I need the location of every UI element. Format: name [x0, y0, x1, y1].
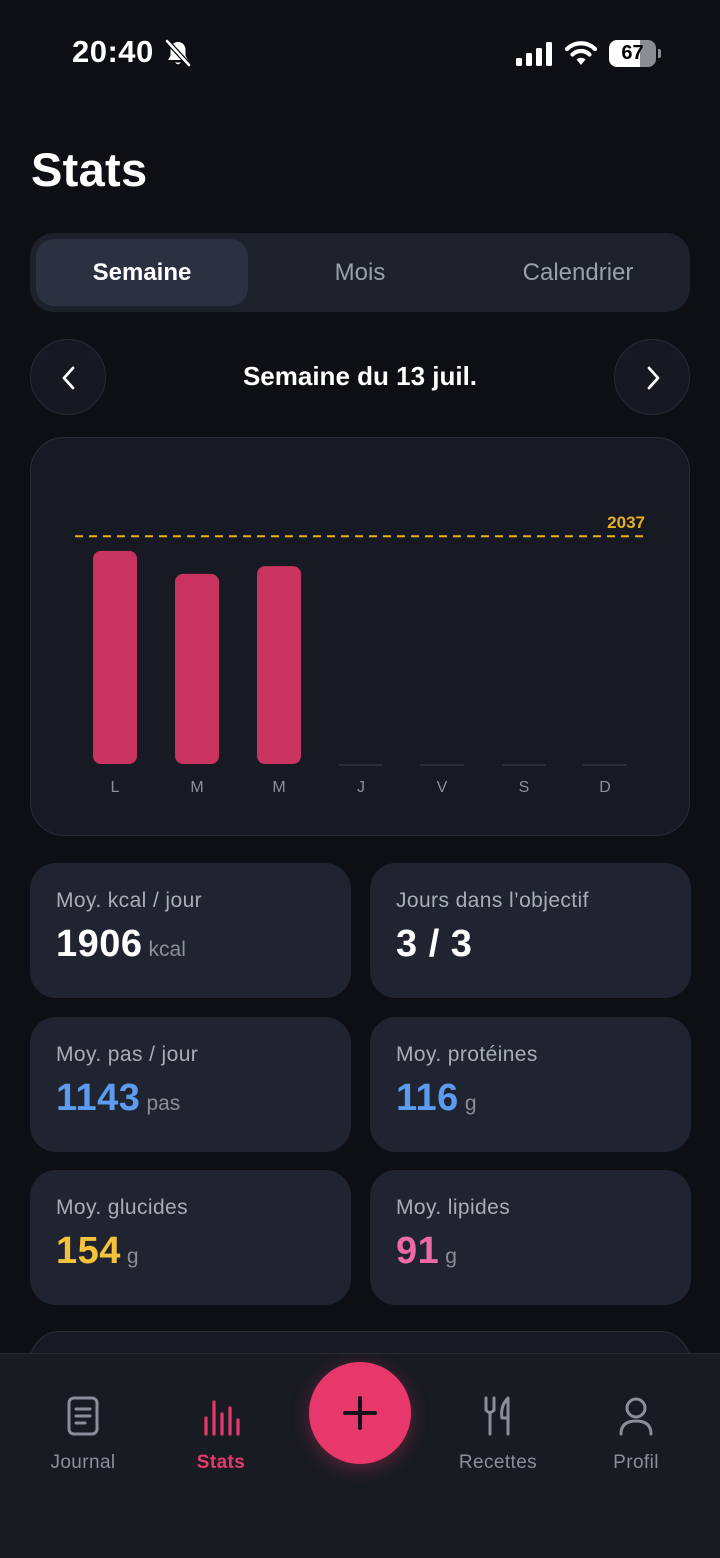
chart-bar [93, 550, 137, 764]
status-time: 20:40 [72, 34, 154, 69]
status-bar: 20:40 67 [0, 0, 720, 100]
bar-chart: L M M J V S D 2037 [75, 513, 647, 796]
week-label: Semaine du 13 juil. [242, 361, 478, 391]
avg-fat-label: Moy. lipides [396, 1196, 511, 1219]
fork-knife-icon [484, 1396, 510, 1436]
wifi-icon [565, 41, 597, 65]
avg-steps-value: 1143 [56, 1077, 141, 1119]
page-title: Stats [31, 143, 148, 196]
tab-recettes-label: Recettes [458, 1452, 538, 1473]
bar-chart-icon [204, 1400, 240, 1436]
tab-stats[interactable]: Stats [156, 1394, 286, 1474]
days-in-goal-label: Jours dans l’objectif [396, 889, 589, 912]
avg-carbs-label: Moy. glucides [56, 1196, 189, 1219]
bell-slash-icon [165, 39, 191, 67]
avg-protein-unit: g [464, 1092, 477, 1115]
tab-recettes[interactable]: Recettes [433, 1394, 563, 1474]
avg-kcal-card: Moy. kcal / jour 1906 kcal [30, 863, 351, 998]
x-tick-label: V [437, 779, 448, 796]
battery-percentage: 67 [621, 42, 644, 64]
days-in-goal-card: Jours dans l’objectif 3 / 3 [370, 863, 691, 998]
x-tick-label: M [190, 779, 203, 796]
battery-indicator: 67 [609, 40, 661, 67]
days-in-goal-value: 3 / 3 [396, 923, 473, 965]
previous-week-button[interactable] [30, 339, 106, 415]
tab-mois[interactable]: Mois [254, 239, 466, 306]
weekly-calories-chart: L M M J V S D 2037 [30, 437, 690, 836]
avg-fat-value: 91 [396, 1230, 440, 1272]
tab-journal-label: Journal [50, 1452, 116, 1473]
avg-fat-card: Moy. lipides 91 g [370, 1170, 691, 1305]
x-tick-label: L [111, 779, 120, 796]
tab-semaine[interactable]: Semaine [36, 239, 248, 306]
tab-journal[interactable]: Journal [18, 1394, 148, 1474]
next-week-button[interactable] [614, 339, 690, 415]
tab-stats-label: Stats [196, 1452, 246, 1473]
tab-calendrier[interactable]: Calendrier [472, 239, 684, 306]
tab-profil-label: Profil [613, 1452, 659, 1473]
avg-steps-card: Moy. pas / jour 1143 pas [30, 1017, 351, 1152]
avg-steps-unit: pas [146, 1092, 181, 1115]
plus-icon [343, 1396, 377, 1430]
avg-carbs-value: 154 [56, 1230, 121, 1272]
avg-kcal-unit: kcal [148, 938, 186, 961]
goal-label: 2037 [607, 513, 645, 532]
user-icon [619, 1397, 653, 1436]
signal-icon [516, 42, 552, 66]
avg-protein-label: Moy. protéines [396, 1043, 538, 1066]
avg-kcal-value: 1906 [56, 923, 143, 965]
chevron-right-icon [647, 366, 660, 390]
battery-tip [658, 49, 661, 58]
avg-kcal-label: Moy. kcal / jour [56, 889, 203, 912]
chart-bar [175, 573, 219, 764]
x-tick-label: S [519, 779, 530, 796]
avg-carbs-card: Moy. glucides 154 g [30, 1170, 351, 1305]
x-tick-label: M [272, 779, 285, 796]
x-tick-label: J [357, 779, 365, 796]
period-tabs: Semaine Mois Calendrier [30, 233, 690, 312]
avg-fat-unit: g [445, 1245, 457, 1268]
chevron-left-icon [62, 366, 75, 390]
chart-bar [257, 566, 301, 764]
tab-profil[interactable]: Profil [571, 1394, 701, 1474]
journal-icon [67, 1396, 99, 1436]
x-tick-label: D [599, 779, 611, 796]
avg-steps-label: Moy. pas / jour [56, 1043, 199, 1066]
add-entry-button[interactable] [309, 1362, 411, 1464]
avg-protein-card: Moy. protéines 116 g [370, 1017, 691, 1152]
avg-carbs-unit: g [126, 1245, 139, 1268]
avg-protein-value: 116 [396, 1077, 459, 1119]
